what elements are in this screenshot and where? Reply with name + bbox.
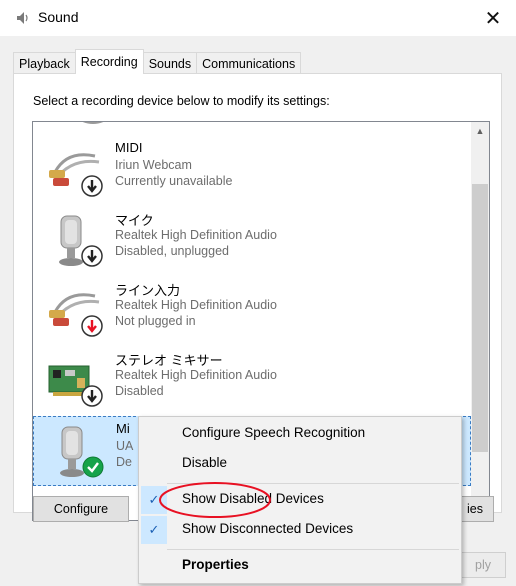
device-status: Disabled	[115, 384, 164, 398]
rca-cable-icon	[49, 293, 103, 337]
scroll-thumb[interactable]	[472, 184, 488, 452]
microphone-icon	[60, 426, 104, 478]
device-driver: Realtek High Definition Audio	[115, 298, 277, 312]
device-name: マイク	[115, 213, 154, 228]
tab-playback[interactable]: Playback	[13, 52, 76, 74]
partial-device-icon	[82, 122, 104, 124]
microphone-icon	[59, 215, 103, 267]
device-status: Disabled, unplugged	[115, 244, 229, 258]
menu-item-label: Properties	[182, 557, 249, 572]
device-driver: Iriun Webcam	[115, 158, 192, 172]
instruction-text: Select a recording device below to modif…	[33, 94, 330, 108]
menu-item-properties[interactable]: Properties	[139, 551, 461, 581]
device-status: Currently unavailable	[115, 174, 233, 188]
device-name: ライン入力	[115, 283, 181, 298]
menu-item-label: Disable	[182, 455, 228, 470]
window-title: Sound	[38, 9, 79, 25]
scroll-up-arrow-icon[interactable]: ▲	[471, 122, 489, 139]
menu-item-show-disabled[interactable]: ✓ Show Disabled Devices	[139, 485, 461, 515]
device-name: MIDI	[115, 140, 143, 155]
device-status: De	[116, 455, 132, 469]
checkmark-icon: ✓	[141, 486, 167, 514]
device-status: Not plugged in	[115, 314, 196, 328]
device-name: Mi	[116, 421, 130, 436]
menu-item-label: Configure Speech Recognition	[182, 425, 366, 440]
tab-recording[interactable]: Recording	[74, 49, 144, 74]
list-item[interactable]: ライン入力 Realtek High Definition Audio Not …	[33, 276, 471, 346]
menu-separator	[167, 549, 459, 550]
device-name: ステレオ ミキサー	[115, 353, 223, 368]
tab-strip: Playback Recording Sounds Communications	[13, 49, 302, 74]
list-item[interactable]: MIDI Iriun Webcam Currently unavailable	[33, 136, 471, 206]
sound-card-icon	[48, 365, 103, 407]
context-menu: Configure Speech Recognition Disable ✓ S…	[138, 416, 462, 584]
speaker-icon	[17, 12, 28, 24]
configure-button[interactable]: Configure	[33, 496, 129, 522]
menu-item-disable[interactable]: Disable	[139, 449, 461, 479]
scrollbar[interactable]: ▲ ▼	[471, 122, 489, 520]
list-item[interactable]: ステレオ ミキサー Realtek High Definition Audio …	[33, 346, 471, 416]
close-button[interactable]: ✕	[470, 0, 516, 36]
title-bar: Sound ✕	[0, 0, 516, 36]
menu-item-configure-speech[interactable]: Configure Speech Recognition	[139, 419, 461, 449]
menu-separator	[167, 483, 459, 484]
checkmark-icon: ✓	[141, 516, 167, 544]
device-driver: UA	[116, 439, 134, 453]
list-item[interactable]: マイク Realtek High Definition Audio Disabl…	[33, 206, 471, 276]
menu-item-show-disconnected[interactable]: ✓ Show Disconnected Devices	[139, 515, 461, 545]
device-driver: Realtek High Definition Audio	[115, 368, 277, 382]
rca-cable-icon	[49, 153, 103, 197]
menu-item-label: Show Disabled Devices	[182, 491, 324, 506]
device-driver: Realtek High Definition Audio	[115, 228, 277, 242]
menu-item-label: Show Disconnected Devices	[182, 521, 354, 536]
tab-sounds[interactable]: Sounds	[142, 52, 198, 74]
tab-communications[interactable]: Communications	[196, 52, 302, 74]
